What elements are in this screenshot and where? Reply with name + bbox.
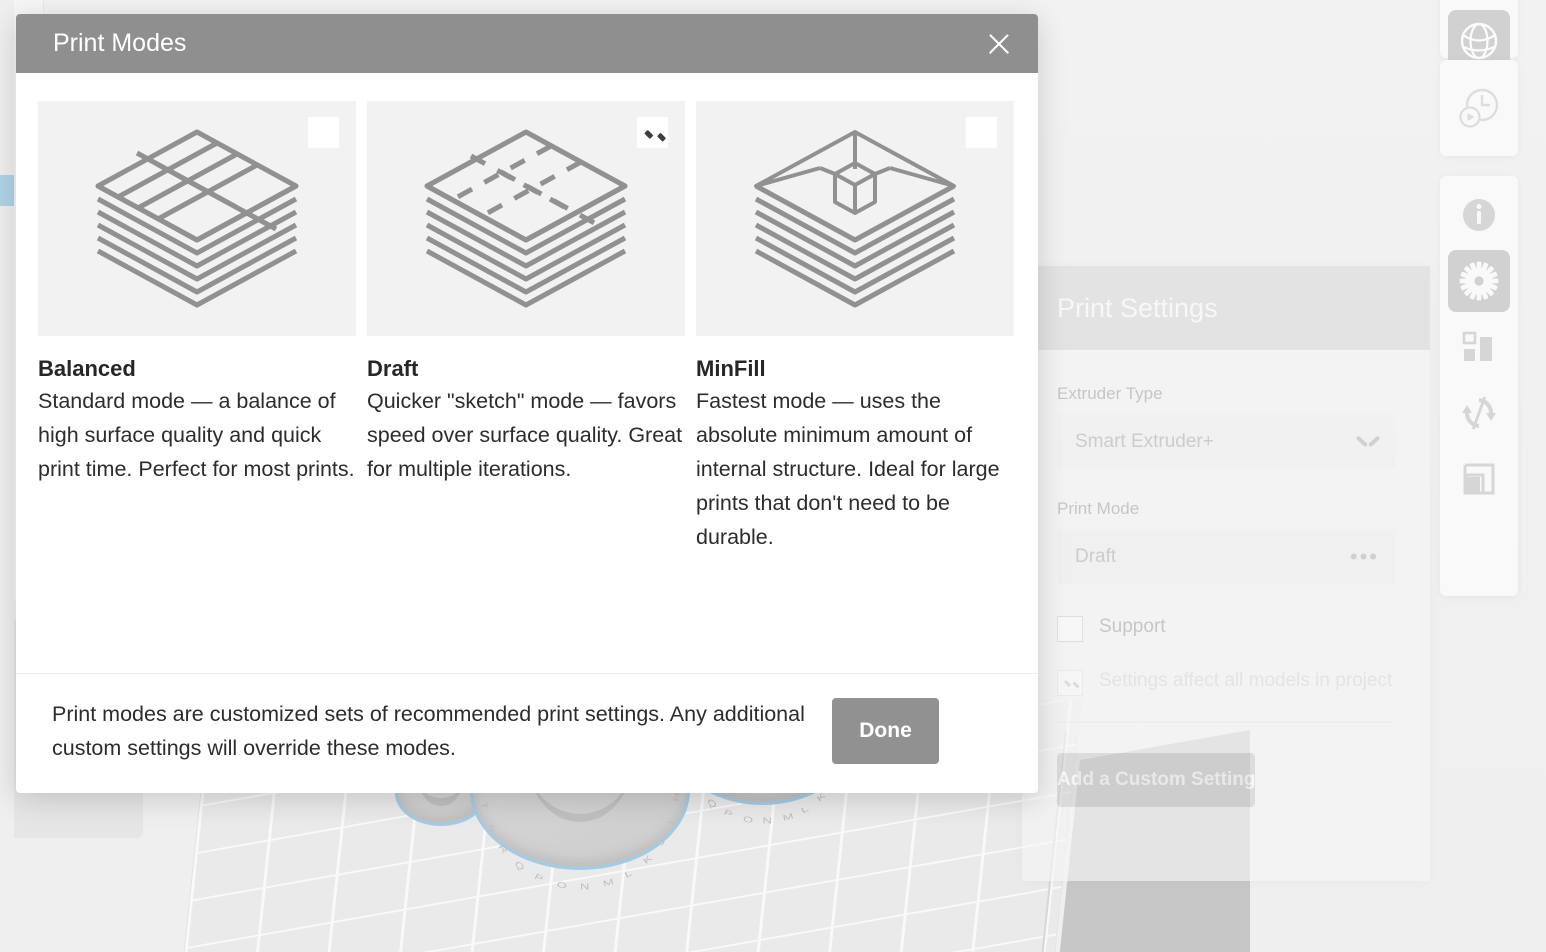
print-mode-card-balanced[interactable]: Balanced Standard mode — a balance of hi… bbox=[38, 101, 356, 555]
dialog-body: Balanced Standard mode — a balance of hi… bbox=[16, 73, 1038, 673]
mode-thumbnail[interactable] bbox=[38, 101, 356, 336]
check-icon bbox=[643, 123, 663, 143]
dialog-header: Print Modes bbox=[16, 14, 1038, 73]
dialog-footer: Print modes are customized sets of recom… bbox=[16, 673, 1038, 793]
print-mode-card-minfill[interactable]: MinFill Fastest mode — uses the absolute… bbox=[696, 101, 1014, 555]
done-button[interactable]: Done bbox=[832, 698, 939, 765]
mode-checkbox-balanced[interactable] bbox=[308, 117, 339, 148]
close-icon[interactable] bbox=[982, 27, 1016, 61]
mode-checkbox-draft[interactable] bbox=[637, 117, 668, 148]
mode-description: Standard mode — a balance of high surfac… bbox=[38, 389, 355, 481]
mode-thumbnail[interactable] bbox=[696, 101, 1014, 336]
mode-description: Fastest mode — uses the absolute minimum… bbox=[696, 389, 1000, 549]
dialog-footer-note: Print modes are customized sets of recom… bbox=[52, 702, 805, 760]
mode-title: Draft bbox=[367, 356, 419, 381]
print-modes-dialog: Print Modes Balanced Standard mode — a b… bbox=[16, 14, 1038, 793]
mode-title: MinFill bbox=[696, 356, 766, 381]
mode-description: Quicker "sketch" mode — favors speed ove… bbox=[367, 389, 683, 481]
mode-checkbox-minfill[interactable] bbox=[966, 117, 997, 148]
mode-thumbnail[interactable] bbox=[367, 101, 685, 336]
mode-title: Balanced bbox=[38, 356, 136, 381]
app-root: ABCDEFGHIJKLMNOPQRSTUVWXYZ ABCDEFGHIJKLM… bbox=[0, 0, 1546, 952]
print-mode-card-draft[interactable]: Draft Quicker "sketch" mode — favors spe… bbox=[367, 101, 685, 555]
dialog-title: Print Modes bbox=[53, 29, 187, 57]
print-mode-card-list: Balanced Standard mode — a balance of hi… bbox=[38, 101, 1016, 555]
